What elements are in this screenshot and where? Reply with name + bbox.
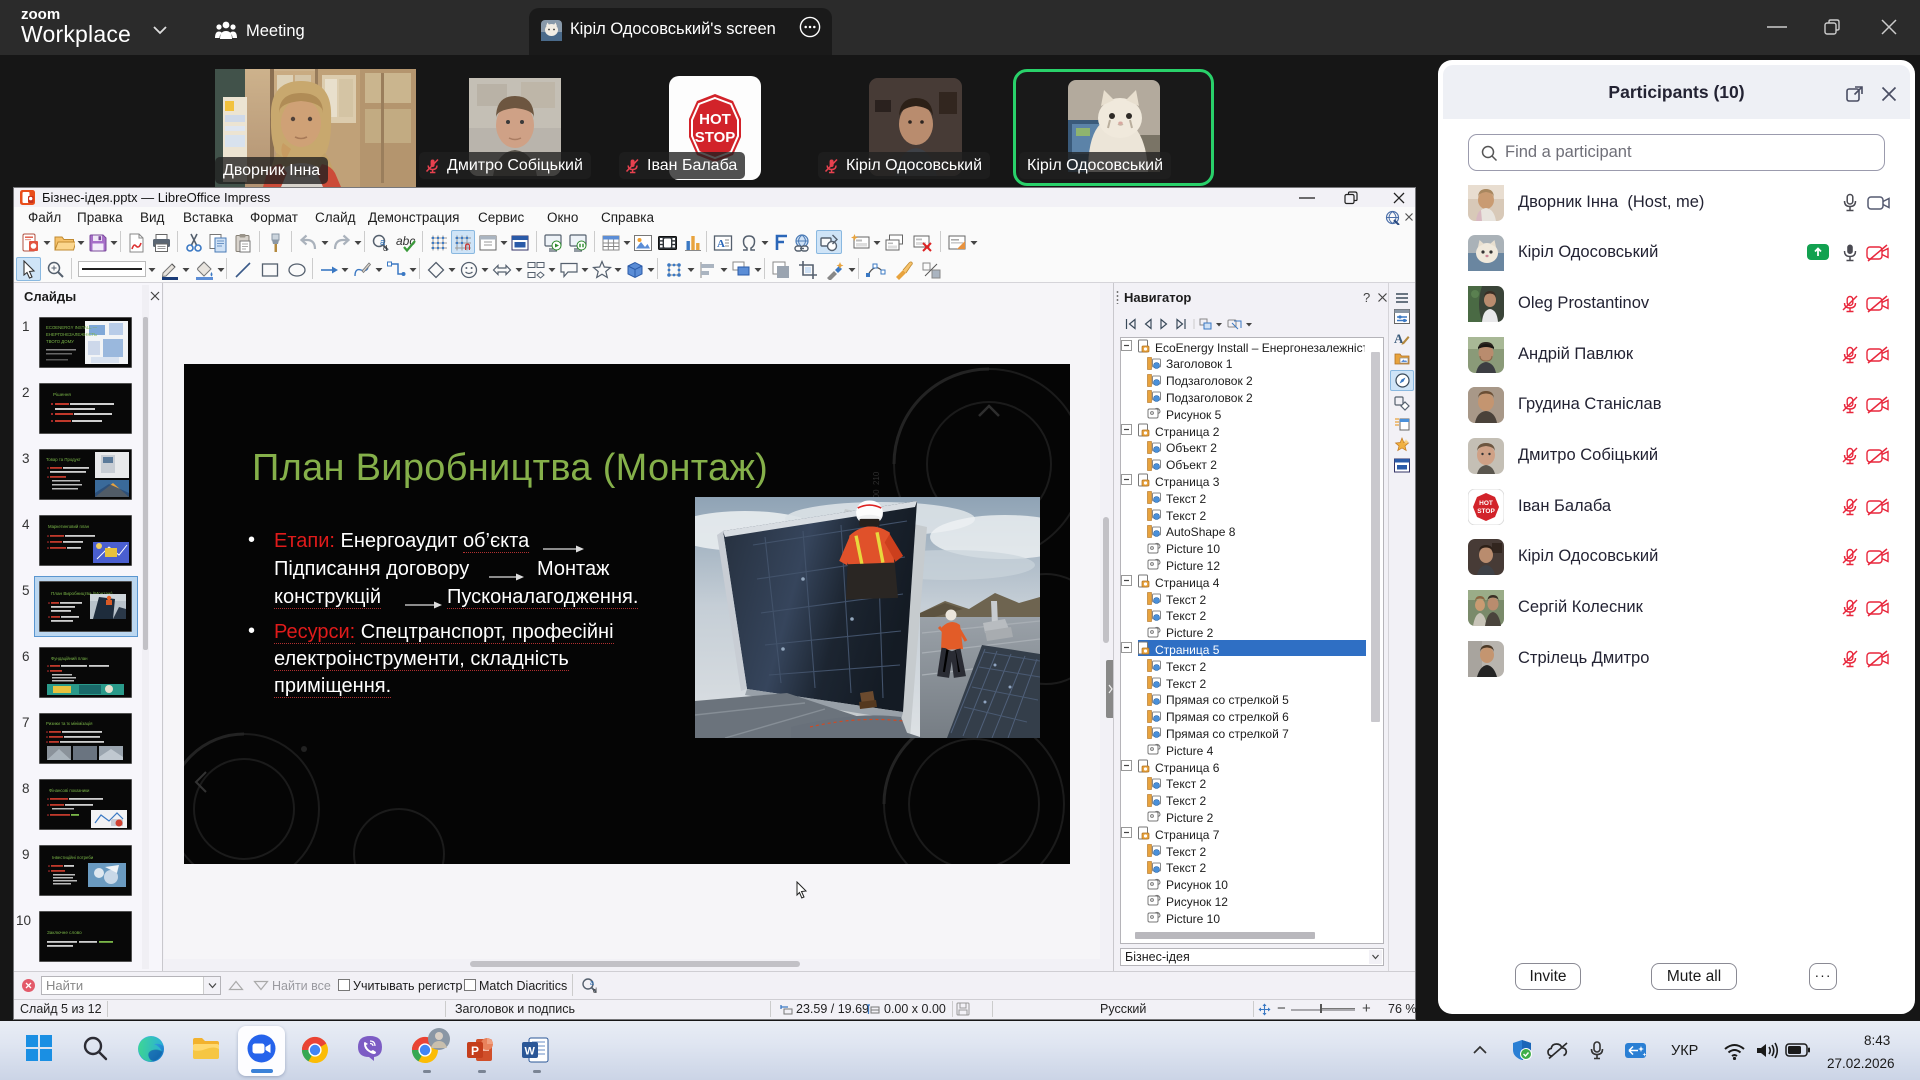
svg-text:a: a <box>590 980 594 987</box>
svg-text:Фінансові показники: Фінансові показники <box>49 788 90 793</box>
svg-text:A: A <box>717 238 725 250</box>
svg-text:ТВОГО ДОМУ: ТВОГО ДОМУ <box>46 339 74 344</box>
svg-text:d: d <box>593 988 597 994</box>
svg-text:Товар та Продукт: Товар та Продукт <box>46 457 81 462</box>
svg-text:d: d <box>383 244 387 253</box>
svg-text:HOT: HOT <box>699 111 731 128</box>
svg-text:Ризики та їх мінімізація: Ризики та їх мінімізація <box>46 721 93 726</box>
svg-text:ECOENERGY INSTALL —: ECOENERGY INSTALL — <box>46 325 98 330</box>
svg-text:W: W <box>525 1046 536 1058</box>
svg-text:Рішення: Рішення <box>53 392 71 397</box>
svg-text:abc: abc <box>396 234 415 248</box>
svg-text:Інвестиційні потреби: Інвестиційні потреби <box>52 855 94 860</box>
svg-text:Фундаційний план: Фундаційний план <box>51 656 88 661</box>
svg-text:STOP: STOP <box>1477 508 1495 515</box>
svg-text:ЕНЕРГОНЕЗАЛЕЖНІСТЬ: ЕНЕРГОНЕЗАЛЕЖНІСТЬ <box>46 332 97 337</box>
svg-text:Заключне слово: Заключне слово <box>47 930 82 935</box>
svg-text:STOP: STOP <box>695 129 736 146</box>
svg-text:P: P <box>471 1044 479 1058</box>
svg-text:Маркетинговий план: Маркетинговий план <box>48 524 90 529</box>
svg-text:HOT: HOT <box>1479 500 1493 507</box>
